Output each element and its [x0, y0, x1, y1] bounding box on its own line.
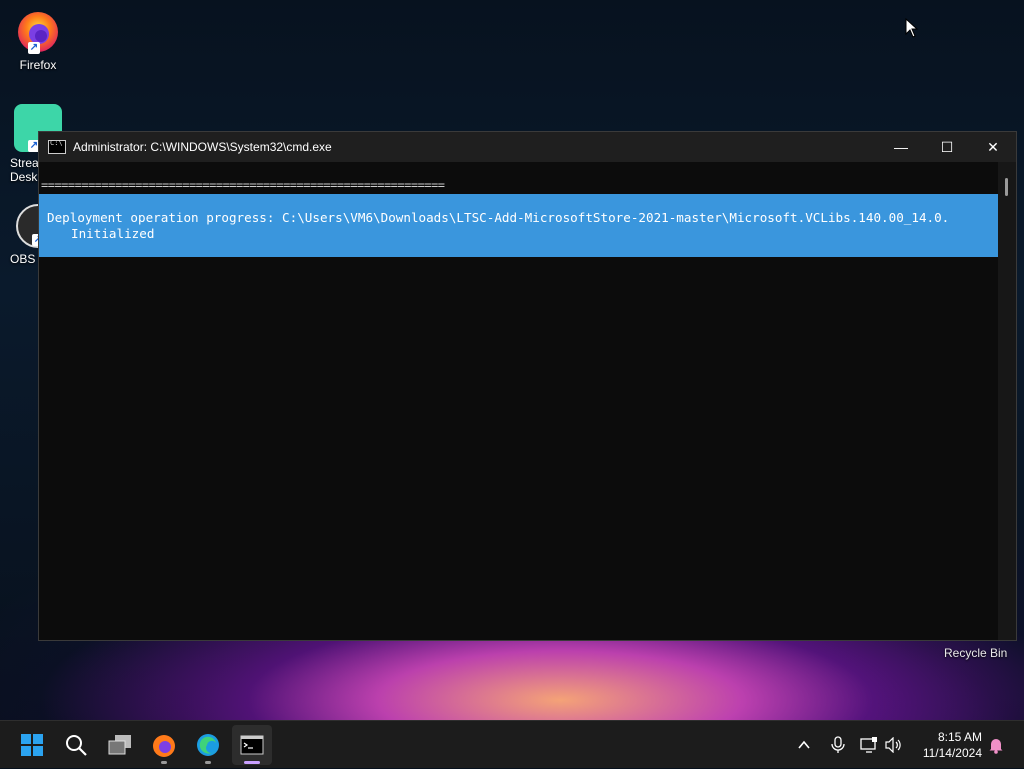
notification-button[interactable] [988, 721, 1004, 769]
cmd-window[interactable]: Administrator: C:\WINDOWS\System32\cmd.e… [38, 131, 1017, 641]
window-title: Administrator: C:\WINDOWS\System32\cmd.e… [73, 140, 332, 154]
network-button[interactable] [860, 721, 878, 769]
taskbar-clock[interactable]: 8:15 AM 11/14/2024 [923, 729, 982, 761]
cmd-app-icon [48, 139, 66, 154]
clock-time: 8:15 AM [937, 730, 982, 744]
start-icon [21, 734, 43, 756]
search-icon [66, 735, 87, 756]
progress-highlight: Deployment operation progress: C:\Users\… [39, 194, 998, 257]
firefox-icon [153, 735, 175, 757]
window-titlebar[interactable]: Administrator: C:\WINDOWS\System32\cmd.e… [39, 132, 1016, 162]
network-icon [860, 737, 877, 753]
start-button[interactable] [12, 725, 52, 765]
microphone-button[interactable] [830, 721, 846, 769]
terminal-icon [240, 735, 264, 755]
progress-status: Initialized [71, 226, 155, 241]
scrollbar-thumb[interactable] [1005, 178, 1008, 196]
chevron-up-icon [798, 740, 810, 749]
recycle-bin-label[interactable]: Recycle Bin [944, 646, 1007, 660]
microphone-icon [831, 736, 845, 753]
maximize-button[interactable]: ☐ [924, 132, 970, 162]
clock-date: 11/14/2024 [922, 746, 982, 760]
progress-text: Deployment operation progress: C:\Users\… [47, 210, 950, 225]
taskbar-firefox-button[interactable] [144, 725, 184, 765]
tray-overflow-button[interactable] [796, 721, 812, 769]
taskbar: 8:15 AM 11/14/2024 [0, 720, 1024, 768]
console-scrollbar[interactable] [998, 162, 1016, 640]
task-view-icon [108, 735, 131, 755]
taskbar-terminal-button[interactable] [232, 725, 272, 765]
console-output[interactable]: ========================================… [39, 162, 998, 640]
bell-icon [989, 739, 1003, 754]
search-button[interactable] [56, 725, 96, 765]
volume-button[interactable] [885, 721, 903, 769]
edge-icon [197, 734, 219, 756]
task-view-button[interactable] [100, 725, 140, 765]
close-button[interactable]: ✕ [970, 132, 1016, 162]
desktop-icon-label: Firefox [19, 58, 57, 72]
minimize-button[interactable]: — [878, 132, 924, 162]
separator-line: ========================================… [41, 178, 445, 192]
taskbar-edge-button[interactable] [188, 725, 228, 765]
mouse-cursor-icon [905, 18, 919, 38]
desktop-icon-firefox[interactable]: ↗ Firefox [0, 6, 76, 72]
firefox-icon: ↗ [14, 6, 62, 54]
volume-icon [885, 737, 901, 753]
